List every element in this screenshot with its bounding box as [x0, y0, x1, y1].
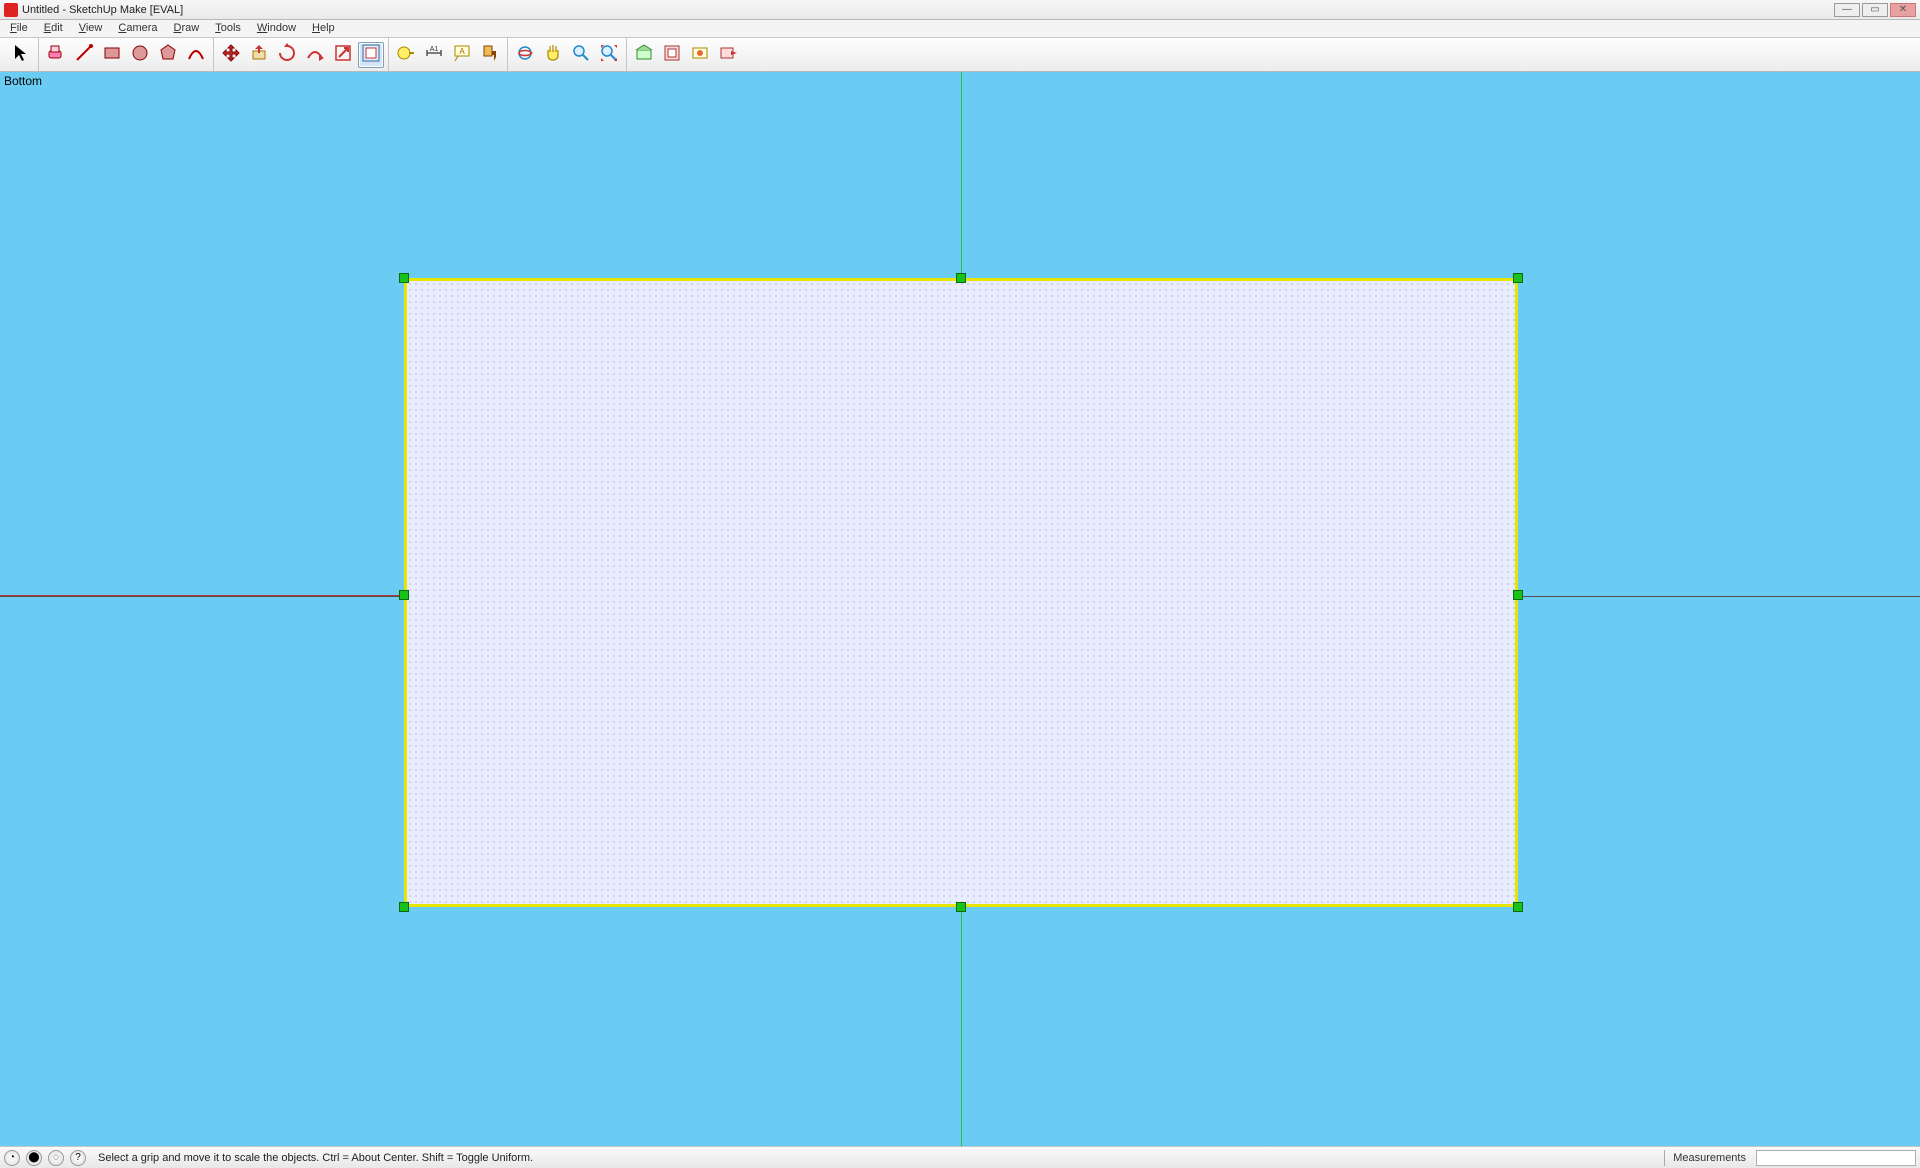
pushpull-icon — [249, 43, 269, 66]
scale-handle-bottom-mid[interactable] — [956, 902, 966, 912]
orbit-icon — [515, 43, 535, 66]
follow-me-icon — [305, 43, 325, 66]
selection-rectangle[interactable] — [404, 278, 1518, 907]
close-button[interactable]: ✕ — [1890, 3, 1916, 17]
text-tool[interactable]: A — [449, 42, 475, 68]
menu-tools[interactable]: Tools — [207, 21, 249, 36]
toolbar-group — [4, 38, 39, 71]
menu-camera[interactable]: Camera — [110, 21, 165, 36]
minimize-button[interactable]: — — [1834, 3, 1860, 17]
pan-tool[interactable] — [540, 42, 566, 68]
rotate-icon — [277, 43, 297, 66]
menu-window[interactable]: Window — [249, 21, 304, 36]
app-icon — [4, 3, 18, 17]
paint-icon — [480, 43, 500, 66]
menu-help[interactable]: Help — [304, 21, 343, 36]
menu-draw[interactable]: Draw — [166, 21, 208, 36]
scale-handle-top-mid[interactable] — [956, 273, 966, 283]
status-icon-help[interactable]: ? — [70, 1150, 86, 1166]
line-tool[interactable] — [71, 42, 97, 68]
orbit-tool[interactable] — [512, 42, 538, 68]
extensions-icon — [690, 43, 710, 66]
menu-view[interactable]: View — [71, 21, 111, 36]
toolbar-group — [508, 38, 627, 71]
polygon-icon — [158, 43, 178, 66]
move-tool[interactable] — [218, 42, 244, 68]
send-icon — [718, 43, 738, 66]
viewport[interactable]: Bottom — [0, 72, 1920, 1146]
pushpull-tool[interactable] — [246, 42, 272, 68]
extensions-tool[interactable] — [687, 42, 713, 68]
dimension-icon: A1 — [424, 43, 444, 66]
window-title: Untitled - SketchUp Make [EVAL] — [22, 4, 183, 16]
text-icon: A — [452, 43, 472, 66]
tape-icon — [396, 43, 416, 66]
send-tool[interactable] — [715, 42, 741, 68]
menu-edit[interactable]: Edit — [36, 21, 71, 36]
svg-text:A: A — [459, 47, 465, 56]
zoom-icon — [571, 43, 591, 66]
arc-icon — [186, 43, 206, 66]
rectangle-icon — [102, 43, 122, 66]
status-icon-geo[interactable]: ◔ — [4, 1150, 20, 1166]
line-icon — [74, 43, 94, 66]
menu-bar: FileEditViewCameraDrawToolsWindowHelp — [0, 20, 1920, 38]
move-icon — [221, 43, 241, 66]
arc-tool[interactable] — [183, 42, 209, 68]
rectangle-tool[interactable] — [99, 42, 125, 68]
scale-handle-top-right[interactable] — [1513, 273, 1523, 283]
follow-me-tool[interactable] — [302, 42, 328, 68]
scale-handle-bottom-right[interactable] — [1513, 902, 1523, 912]
toolbar-group — [39, 38, 214, 71]
select-icon — [11, 43, 31, 66]
eraser-tool[interactable] — [43, 42, 69, 68]
paint-tool[interactable] — [477, 42, 503, 68]
toolbar-group: A1 A — [389, 38, 508, 71]
warehouse-tool[interactable] — [631, 42, 657, 68]
view-label: Bottom — [4, 74, 42, 88]
toolbar-group — [214, 38, 389, 71]
scale-handle-bottom-left[interactable] — [399, 902, 409, 912]
zoom-extents-icon — [599, 43, 619, 66]
offset-icon — [361, 43, 381, 66]
circle-icon — [130, 43, 150, 66]
offset-tool[interactable] — [358, 42, 384, 68]
status-icon-credits[interactable]: ⬤ — [26, 1150, 42, 1166]
zoom-extents-tool[interactable] — [596, 42, 622, 68]
scale-handle-top-left[interactable] — [399, 273, 409, 283]
measurements-label: Measurements — [1673, 1152, 1750, 1164]
toolbar-group — [627, 38, 745, 71]
scale-handle-mid-right[interactable] — [1513, 590, 1523, 600]
svg-text:A1: A1 — [430, 46, 439, 53]
status-bar: ◔ ⬤ ◌ ? Select a grip and move it to sca… — [0, 1146, 1920, 1168]
title-bar: Untitled - SketchUp Make [EVAL] — ▭ ✕ — [0, 0, 1920, 20]
scale-tool[interactable] — [330, 42, 356, 68]
measurements-input[interactable] — [1756, 1150, 1916, 1166]
warehouse-icon — [634, 43, 654, 66]
pan-icon — [543, 43, 563, 66]
scale-handle-mid-left[interactable] — [399, 590, 409, 600]
rotate-tool[interactable] — [274, 42, 300, 68]
circle-tool[interactable] — [127, 42, 153, 68]
zoom-tool[interactable] — [568, 42, 594, 68]
components-tool[interactable] — [659, 42, 685, 68]
toolbar: A1 A — [0, 38, 1920, 72]
scale-icon — [333, 43, 353, 66]
maximize-button[interactable]: ▭ — [1862, 3, 1888, 17]
dimension-tool[interactable]: A1 — [421, 42, 447, 68]
tape-tool[interactable] — [393, 42, 419, 68]
polygon-tool[interactable] — [155, 42, 181, 68]
eraser-icon — [46, 43, 66, 66]
select-tool[interactable] — [8, 42, 34, 68]
status-icon-sync[interactable]: ◌ — [48, 1150, 64, 1166]
components-icon — [662, 43, 682, 66]
menu-file[interactable]: File — [2, 21, 36, 36]
status-hint: Select a grip and move it to scale the o… — [92, 1152, 1658, 1164]
